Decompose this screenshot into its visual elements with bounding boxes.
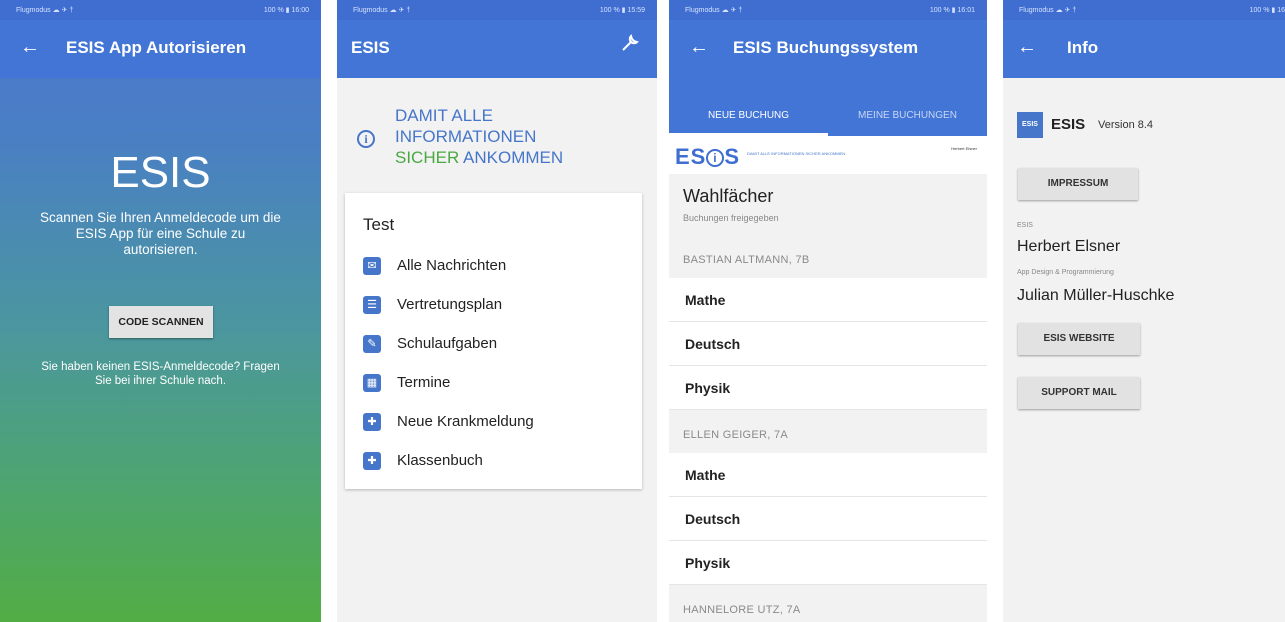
slogan-line-2: INFORMATIONEN (395, 127, 537, 146)
list-item[interactable]: Physik (669, 541, 987, 585)
page-title: Info (1067, 38, 1099, 57)
esis-logo: ES i S (675, 144, 740, 170)
logo-info-icon: i (706, 149, 725, 168)
back-arrow-icon[interactable]: ← (1017, 35, 1041, 59)
subject-label: Physik (685, 555, 731, 571)
org-label: ESIS (1017, 222, 1033, 229)
list-item[interactable]: Physik (669, 366, 987, 410)
app-bar: ESIS (337, 20, 657, 78)
screen-booking: Flugmodus ☁ ✈ † 100 % ▮ 16:01 ← ESIS Buc… (669, 0, 987, 622)
subject-label: Physik (685, 380, 731, 396)
menu-item-nachrichten[interactable]: ✉ Alle Nachrichten (363, 253, 633, 281)
support-mail-button[interactable]: SUPPORT MAIL (1018, 377, 1140, 409)
developer-name: Julian Müller-Huschke (1017, 287, 1175, 304)
list-item[interactable]: Deutsch (669, 497, 987, 541)
menu-item-krankmeldung[interactable]: ✚ Neue Krankmeldung (363, 409, 633, 437)
subject-label: Deutsch (685, 336, 741, 352)
exam-icon: ✎ (363, 335, 381, 353)
status-left: Flugmodus ☁ ✈ † (1019, 7, 1077, 14)
screen-home: Flugmodus ☁ ✈ † 100 % ▮ 15:59 ESIS i DAM… (337, 0, 657, 622)
subject-label: Deutsch (685, 511, 741, 527)
tab-neue-buchung[interactable]: NEUE BUCHUNG (669, 96, 828, 136)
status-right: 100 % ▮ 15:59 (599, 7, 645, 14)
menu-item-termine[interactable]: ▦ Termine (363, 370, 633, 398)
calendar-icon: ▦ (363, 374, 381, 392)
list-icon: ☰ (363, 296, 381, 314)
page-title: ESIS App Autorisieren (66, 38, 247, 57)
status-bar: Flugmodus ☁ ✈ † 100 % ▮ 16:01 (669, 0, 987, 20)
status-right: 100 % ▮ 16:00 (263, 7, 309, 14)
page-title: ESIS Buchungssystem (733, 38, 919, 57)
tab-bar: NEUE BUCHUNG MEINE BUCHUNGEN (669, 96, 987, 136)
screen-authorize: Flugmodus ☁ ✈ † 100 % ▮ 16:00 ← ESIS App… (0, 0, 321, 622)
app-bar: ← Info (1003, 20, 1285, 78)
list-item[interactable]: Mathe (669, 453, 987, 497)
menu-item-label: Schulaufgaben (397, 335, 498, 352)
school-logo-banner: ES i S DAMIT ALLE INFORMATIONEN SICHER ANK… (669, 136, 987, 174)
menu-item-vertretungsplan[interactable]: ☰ Vertretungsplan (363, 292, 633, 320)
info-icon: i (357, 130, 375, 148)
logo-text-left: ES (675, 144, 707, 169)
wrench-icon[interactable] (619, 32, 643, 56)
mail-icon: ✉ (363, 257, 381, 275)
app-bar: ← ESIS Buchungssystem (669, 20, 987, 96)
slogan: DAMIT ALLE INFORMATIONEN SICHER ANKOMMEN (395, 105, 563, 168)
app-name: ESIS (1051, 116, 1086, 133)
app-version: Version 8.4 (1098, 119, 1154, 131)
page-title: ESIS (351, 38, 390, 57)
slogan-line-3: SICHER ANKOMMEN (395, 147, 563, 168)
status-left: Flugmodus ☁ ✈ † (685, 7, 743, 14)
menu-item-label: Klassenbuch (397, 452, 483, 469)
slogan-line-1: DAMIT ALLE (395, 106, 493, 125)
back-arrow-icon[interactable]: ← (689, 35, 713, 59)
app-logo: ESIS (1017, 112, 1043, 138)
menu-item-label: Vertretungsplan (397, 296, 503, 313)
teacher-header: ELLEN GEIGER, 7A (683, 429, 789, 441)
impressum-button[interactable]: IMPRESSUM (1018, 168, 1138, 200)
status-right: 100 % ▮ 16:01 (929, 7, 975, 14)
teacher-header: HANNELORE UTZ, 7A (683, 604, 801, 616)
menu-item-label: Neue Krankmeldung (397, 413, 534, 430)
slogan-green-word: SICHER (395, 148, 460, 167)
status-bar: Flugmodus ☁ ✈ † 100 % ▮ 16 (1003, 0, 1285, 20)
logo-text-right: S (724, 144, 741, 169)
brand-title: ESIS (110, 148, 211, 197)
menu-item-label: Alle Nachrichten (397, 257, 507, 274)
slogan-line-3-rest: ANKOMMEN (459, 148, 564, 167)
school-name: Test (363, 215, 395, 234)
book-icon: ✚ (363, 452, 381, 470)
developer-label: App Design & Programmierung (1017, 269, 1114, 276)
status-right: 100 % ▮ 16 (1249, 7, 1285, 14)
status-bar: Flugmodus ☁ ✈ † 100 % ▮ 16:00 (0, 0, 321, 20)
status-bar: Flugmodus ☁ ✈ † 100 % ▮ 15:59 (337, 0, 657, 20)
menu-item-schulaufgaben[interactable]: ✎ Schulaufgaben (363, 331, 633, 359)
help-text: Sie haben keinen ESIS-Anmeldecode? Frage… (41, 361, 280, 387)
heartbeat-icon: ✚ (363, 413, 381, 431)
status-left: Flugmodus ☁ ✈ † (16, 7, 74, 14)
subject-label: Mathe (685, 292, 726, 308)
code-scan-button[interactable]: CODE SCANNEN (109, 306, 213, 338)
list-item[interactable]: Deutsch (669, 322, 987, 366)
scan-instructions: Scannen Sie Ihren Anmeldecode um die ESI… (40, 210, 281, 257)
section-subtitle: Buchungen freigegeben (683, 213, 779, 223)
app-bar: ← ESIS App Autorisieren (0, 20, 321, 78)
list-item[interactable]: Mathe (669, 278, 987, 322)
section-title: Wahlfächer (683, 186, 774, 206)
subject-label: Mathe (685, 467, 726, 483)
screen-info: Flugmodus ☁ ✈ † 100 % ▮ 16 ← Info ESIS E… (1003, 0, 1285, 622)
logo-principal: Herbert Elsner (951, 146, 977, 151)
tab-meine-buchungen[interactable]: MEINE BUCHUNGEN (828, 96, 987, 136)
status-left: Flugmodus ☁ ✈ † (353, 7, 411, 14)
school-card: Test ✉ Alle Nachrichten ☰ Vertretungspla… (345, 193, 642, 489)
author-name: Herbert Elsner (1017, 238, 1121, 255)
teacher-header: BASTIAN ALTMANN, 7B (683, 254, 810, 266)
menu-item-label: Termine (397, 374, 451, 391)
screenshot-collage: Flugmodus ☁ ✈ † 100 % ▮ 16:00 ← ESIS App… (0, 0, 1285, 622)
website-button[interactable]: ESIS WEBSITE (1018, 323, 1140, 355)
logo-tagline: DAMIT ALLE INFORMATIONEN SICHER ANKOMMEN (747, 151, 846, 156)
menu-item-klassenbuch[interactable]: ✚ Klassenbuch (363, 448, 633, 476)
back-arrow-icon[interactable]: ← (20, 35, 44, 59)
